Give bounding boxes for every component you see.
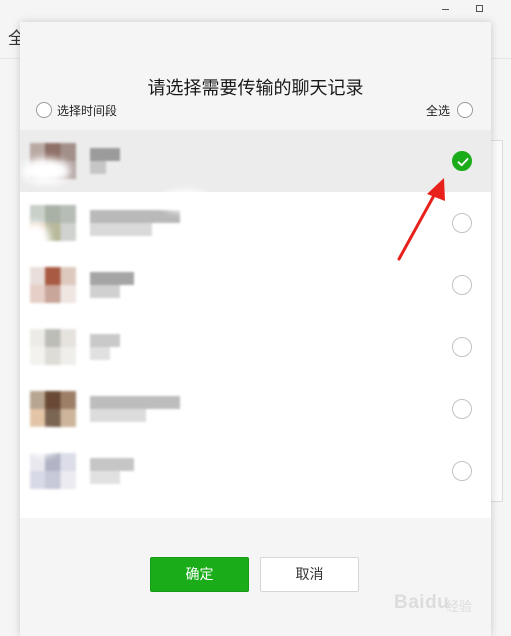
maximize-icon[interactable] bbox=[473, 2, 487, 16]
chat-list bbox=[20, 130, 491, 518]
checked-icon[interactable] bbox=[452, 151, 472, 171]
select-all-option[interactable]: 全选 bbox=[426, 100, 473, 120]
select-circle[interactable] bbox=[452, 461, 472, 481]
chat-row[interactable] bbox=[20, 254, 491, 316]
minimize-icon[interactable] bbox=[439, 2, 453, 16]
watermark-logo: Baidu 经验 bbox=[394, 592, 473, 615]
select-all-label: 全选 bbox=[425, 103, 450, 118]
select-circle[interactable] bbox=[452, 399, 472, 419]
select-circle[interactable] bbox=[452, 213, 472, 233]
avatar bbox=[30, 391, 76, 427]
select-circle[interactable] bbox=[452, 337, 472, 357]
chat-name-redacted bbox=[90, 334, 120, 360]
redaction-smudge bbox=[34, 514, 68, 518]
chat-name-redacted bbox=[90, 210, 180, 236]
chat-name-redacted bbox=[90, 272, 134, 298]
chat-row[interactable] bbox=[20, 378, 491, 440]
avatar bbox=[30, 267, 76, 303]
redaction-smudge bbox=[26, 430, 60, 456]
cancel-button[interactable]: 取消 bbox=[260, 557, 359, 592]
chat-row[interactable] bbox=[20, 130, 491, 192]
redaction-smudge bbox=[20, 222, 50, 258]
time-range-radio[interactable] bbox=[36, 102, 52, 118]
chat-name-redacted bbox=[90, 396, 180, 422]
transfer-chat-dialog: 请选择需要传输的聊天记录 选择时间段 全选 确定 取消 bbox=[20, 22, 491, 636]
time-range-label: 选择时间段 bbox=[57, 103, 118, 118]
dialog-title: 请选择需要传输的聊天记录 bbox=[147, 78, 364, 99]
redaction-smudge bbox=[22, 158, 70, 184]
avatar bbox=[30, 453, 76, 489]
background-panel-edge bbox=[490, 140, 503, 502]
chat-row[interactable] bbox=[20, 316, 491, 378]
confirm-button[interactable]: 确定 bbox=[150, 557, 249, 592]
time-range-option[interactable]: 选择时间段 bbox=[36, 100, 117, 120]
redaction-smudge bbox=[160, 190, 210, 212]
chat-row[interactable] bbox=[20, 192, 491, 254]
chat-name-redacted bbox=[90, 148, 120, 174]
chat-name-redacted bbox=[90, 458, 134, 484]
avatar bbox=[30, 329, 76, 365]
chat-row[interactable] bbox=[20, 440, 491, 502]
select-circle[interactable] bbox=[452, 275, 472, 295]
select-all-radio[interactable] bbox=[457, 102, 473, 118]
